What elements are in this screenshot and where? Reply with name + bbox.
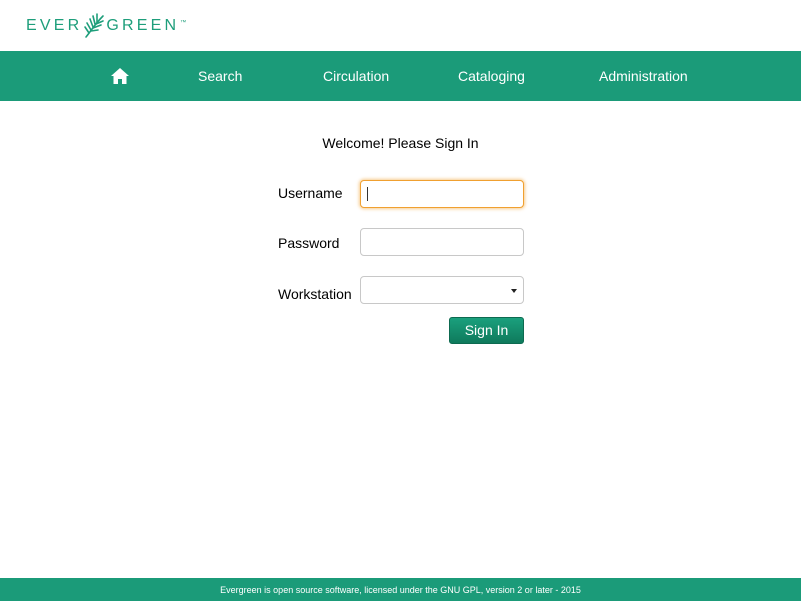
logo-text-ever: EVER xyxy=(26,17,83,34)
signin-heading-text: Welcome! Please Sign In xyxy=(322,135,479,151)
dropdown-arrow-icon xyxy=(511,289,517,293)
sign-in-button[interactable]: Sign In xyxy=(449,317,524,344)
nav-cataloging[interactable]: Cataloging xyxy=(458,51,525,101)
main-navbar: Search Circulation Cataloging Administra… xyxy=(0,51,801,101)
text-cursor xyxy=(367,187,368,201)
evergreen-logo[interactable]: EVER GREEN ™ xyxy=(26,12,186,40)
username-label: Username xyxy=(278,185,343,201)
password-input[interactable] xyxy=(360,228,524,256)
nav-administration[interactable]: Administration xyxy=(599,51,688,101)
username-input[interactable] xyxy=(360,180,524,208)
workstation-label: Workstation xyxy=(278,286,352,302)
page-footer: Evergreen is open source software, licen… xyxy=(0,578,801,601)
signin-heading: Welcome! Please Sign In xyxy=(0,135,801,151)
logo-text-green: GREEN xyxy=(106,17,180,34)
nav-circulation[interactable]: Circulation xyxy=(323,51,389,101)
home-icon[interactable] xyxy=(111,68,129,84)
nav-search[interactable]: Search xyxy=(198,51,242,101)
password-label: Password xyxy=(278,235,340,251)
workstation-select[interactable] xyxy=(360,276,524,304)
footer-license-text: Evergreen is open source software, licen… xyxy=(220,585,581,595)
fern-leaf-icon xyxy=(84,13,105,38)
logo-trademark: ™ xyxy=(180,20,187,26)
login-page: EVER GREEN ™ Search Circulation Catalogi… xyxy=(0,0,801,601)
